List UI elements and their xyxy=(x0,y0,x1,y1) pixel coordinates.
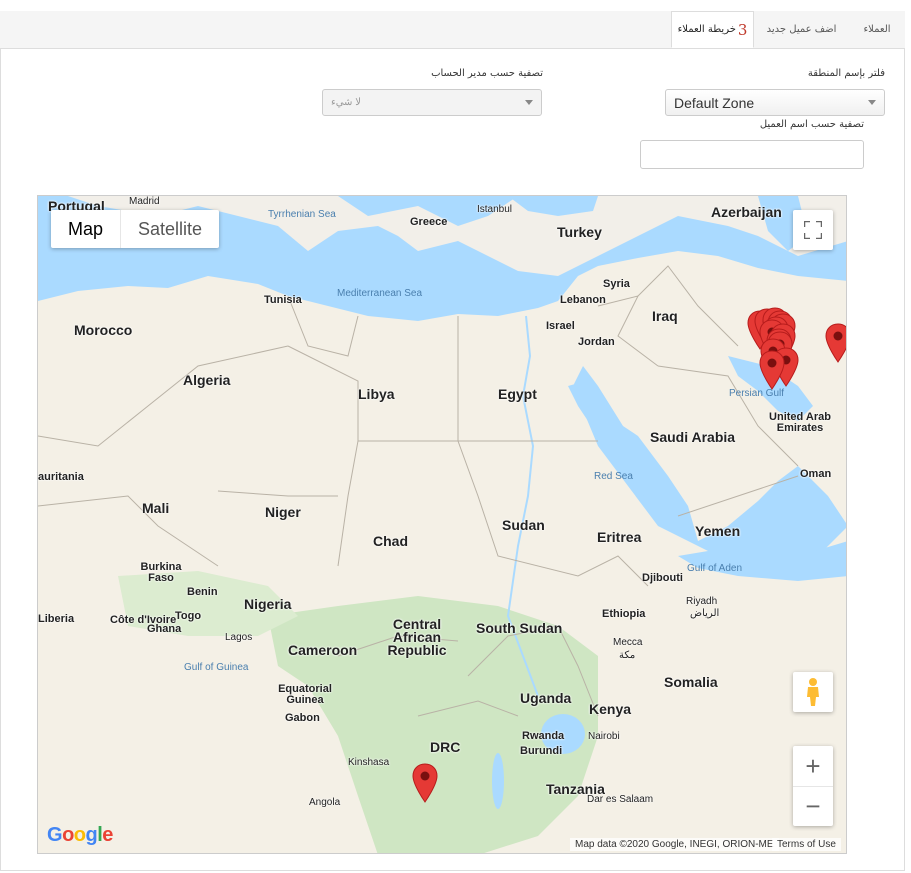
map-country-label: Morocco xyxy=(74,322,133,338)
map-sea-label: Tyrrhenian Sea xyxy=(268,209,336,220)
map-city-label: Dar es Salaam xyxy=(587,794,654,805)
zoom-in-button[interactable]: + xyxy=(793,746,833,787)
map-country-label: Nigeria xyxy=(244,596,292,612)
tab-customers-map[interactable]: خريطة العملاء 3 xyxy=(671,11,754,48)
map-country-label: Libya xyxy=(358,386,395,402)
map-country-label: Central African Republic xyxy=(387,616,447,658)
pegman-icon xyxy=(807,678,819,706)
map-city-label: Istanbul xyxy=(477,204,513,215)
map-country-label: Tunisia xyxy=(264,294,302,306)
map-country-label: Mali xyxy=(142,500,170,516)
map-country-label: Saudi Arabia xyxy=(650,429,736,445)
tab-bar: العملاء اضف عميل جديد خريطة العملاء 3 xyxy=(0,11,905,49)
map-country-label: Iraq xyxy=(652,308,678,324)
map-country-label: Angola xyxy=(309,797,341,808)
map-marker[interactable] xyxy=(825,323,846,364)
map-country-label: Syria xyxy=(603,278,630,290)
map-country-label: Turkey xyxy=(557,224,602,240)
map-attribution: Map data ©2020 Google, INEGI, ORION-ME xyxy=(570,838,779,851)
tab-customers-map-label: خريطة العملاء xyxy=(677,24,736,35)
map-country-label: Togo xyxy=(175,610,202,622)
terms-of-use-link[interactable]: Terms of Use xyxy=(772,838,841,851)
zoom-out-button[interactable]: − xyxy=(793,787,833,826)
customers-map[interactable]: Portugal Greece Turkey Azerbaijan Tunisia Mor… xyxy=(37,195,847,854)
map-country-label: Algeria xyxy=(183,372,231,388)
zoom-control: + − xyxy=(793,746,833,826)
map-country-label: Egypt xyxy=(498,386,537,402)
map-marker[interactable] xyxy=(759,350,785,391)
map-city-label: Nairobi xyxy=(588,731,620,742)
map-country-label: Uganda xyxy=(520,690,572,706)
map-country-label: Gabon xyxy=(285,712,320,724)
map-country-label: Liberia xyxy=(38,613,75,625)
tab-add-customer-label: اضف عميل جديد xyxy=(766,24,837,35)
map-city-label: Mecca xyxy=(613,637,643,648)
manager-filter-label: تصفية حسب مدير الحساب xyxy=(431,68,543,79)
map-pin-icon xyxy=(759,350,785,391)
fullscreen-icon xyxy=(804,221,822,239)
map-sea-label: Red Sea xyxy=(594,471,633,482)
map-country-label: Ethiopia xyxy=(602,608,646,620)
tab-customers[interactable]: العملاء xyxy=(849,11,905,48)
map-country-label: Kenya xyxy=(589,701,632,717)
zone-select[interactable]: Default Zone xyxy=(665,89,885,116)
map-country-label: Rwanda xyxy=(522,730,565,742)
chevron-down-icon xyxy=(868,100,876,105)
map-type-control: Map Satellite xyxy=(51,210,220,248)
zone-filter-label: فلتر بإسم المنطقة xyxy=(807,68,885,79)
map-country-label: Benin xyxy=(187,586,218,598)
map-country-label: Chad xyxy=(373,533,408,549)
client-filter-label: تصفية حسب اسم العميل xyxy=(759,119,864,130)
map-pin-icon xyxy=(825,323,846,364)
map-country-label: Oman xyxy=(800,468,832,480)
map-country-label: DRC xyxy=(430,739,461,755)
map-sea-label: Gulf of Guinea xyxy=(184,662,249,673)
map-city-label: Kinshasa xyxy=(348,757,390,768)
map-country-label: Somalia xyxy=(664,674,718,690)
map-country-label: Equatorial Guinea xyxy=(278,683,332,706)
chevron-down-icon xyxy=(525,100,533,105)
map-country-label: Jordan xyxy=(578,336,615,348)
map-country-label: Cameroon xyxy=(288,642,358,658)
manager-select-value: لا شيء xyxy=(331,97,361,108)
map-country-label: Lebanon xyxy=(560,294,606,306)
manager-select[interactable]: لا شيء xyxy=(322,89,542,116)
map-country-label: Burkina Faso xyxy=(140,561,182,584)
map-city-label: Madrid xyxy=(129,196,160,207)
map-country-label: Niger xyxy=(265,504,301,520)
map-country-label: Eritrea xyxy=(597,529,642,545)
map-country-label: United Arab Emirates xyxy=(769,411,831,434)
client-name-input[interactable] xyxy=(640,140,864,169)
map-country-label: Greece xyxy=(410,216,448,228)
map-sea-label: Gulf of Aden xyxy=(687,563,743,574)
map-country-label: auritania xyxy=(38,471,84,483)
tab-badge: 3 xyxy=(737,20,748,39)
fullscreen-button[interactable] xyxy=(793,210,833,250)
map-type-satellite-button[interactable]: Satellite xyxy=(121,210,219,248)
map-city-label: مكة xyxy=(619,650,636,661)
map-country-label: Ghana xyxy=(147,623,182,635)
map-type-map-button[interactable]: Map xyxy=(51,210,122,248)
map-country-label: Burundi xyxy=(520,745,563,757)
map-sea-label: Mediterranean Sea xyxy=(337,288,423,299)
map-country-label: Yemen xyxy=(695,523,741,539)
street-view-button[interactable] xyxy=(793,672,833,712)
map-pin-icon xyxy=(412,763,438,803)
map-marker[interactable] xyxy=(412,763,438,803)
map-city-label: Riyadh xyxy=(686,596,718,607)
map-country-label: Israel xyxy=(546,320,575,332)
google-logo: Google xyxy=(47,824,113,846)
map-country-label: Djibouti xyxy=(642,572,683,584)
map-country-label: South Sudan xyxy=(476,620,563,636)
map-country-label: Sudan xyxy=(502,517,545,533)
map-country-label: Azerbaijan xyxy=(711,204,782,220)
zone-select-value: Default Zone xyxy=(674,94,755,111)
tab-customers-label: العملاء xyxy=(863,24,891,35)
map-city-label: الرياض xyxy=(690,608,720,619)
map-city-label: Lagos xyxy=(225,632,253,643)
tab-add-customer[interactable]: اضف عميل جديد xyxy=(754,11,849,48)
